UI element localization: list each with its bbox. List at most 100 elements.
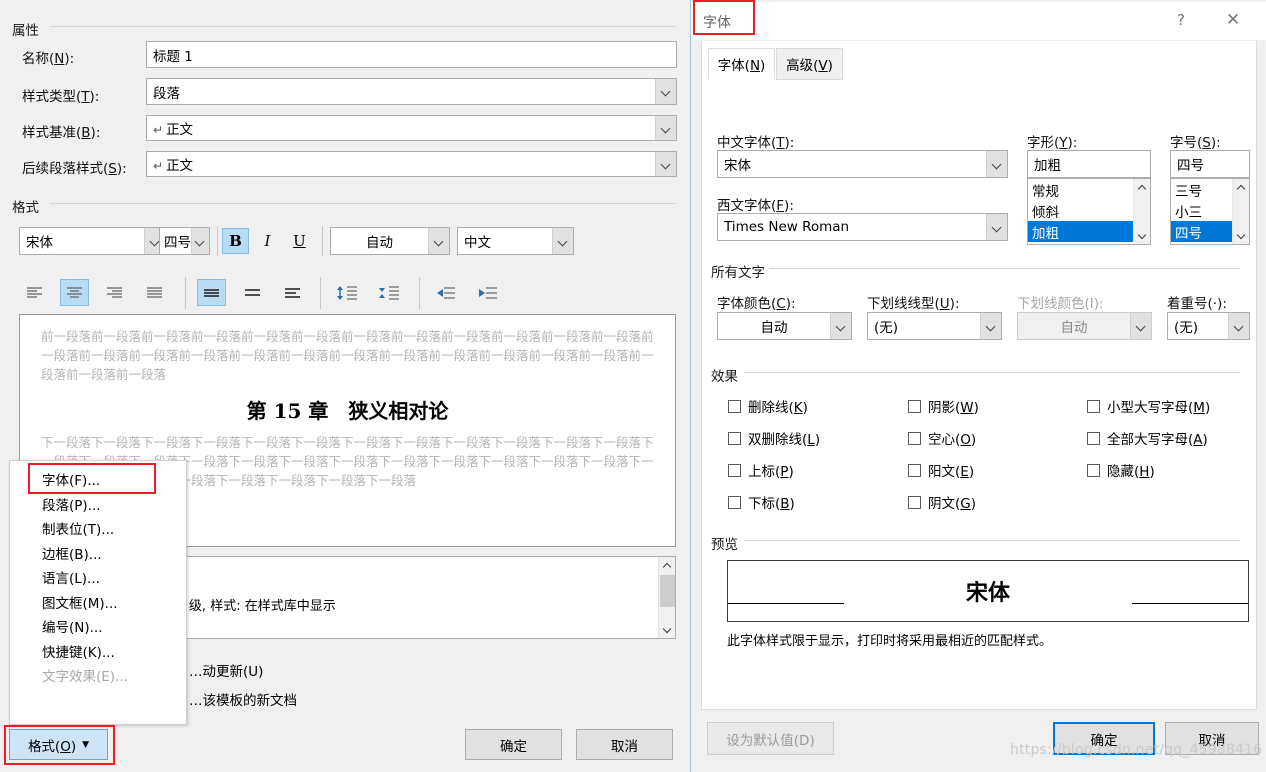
- underline-style-combo[interactable]: (无): [867, 312, 1002, 340]
- line-spacing-double-button[interactable]: [279, 281, 306, 305]
- checkbox-all-caps[interactable]: 全部大写字母(A): [1087, 428, 1208, 448]
- checkbox-hidden[interactable]: 隐藏(H): [1087, 460, 1155, 480]
- checkbox-shadow[interactable]: 阴影(W): [908, 396, 979, 416]
- decrease-indent-button[interactable]: [431, 281, 460, 305]
- chevron-down-icon[interactable]: [986, 214, 1007, 240]
- space-before-button[interactable]: [332, 279, 361, 306]
- increase-indent-button[interactable]: [473, 281, 502, 305]
- scroll-down-icon[interactable]: [659, 621, 676, 638]
- chevron-down-icon[interactable]: [552, 228, 573, 254]
- menu-item-shortcut-key[interactable]: 快捷键(K)...: [10, 639, 186, 664]
- list-item[interactable]: 加粗: [1028, 221, 1134, 242]
- space-after-button[interactable]: [374, 279, 403, 306]
- font-family-combo[interactable]: 宋体: [19, 227, 166, 255]
- format-context-menu[interactable]: 字体(F)... 段落(P)... 制表位(T)... 边框(B)... 语言(…: [9, 460, 187, 725]
- emphasis-mark-combo[interactable]: (无): [1167, 312, 1250, 340]
- line-spacing-single-button[interactable]: [197, 279, 226, 306]
- checkbox-icon[interactable]: [728, 495, 741, 509]
- checkbox-icon[interactable]: [728, 463, 741, 477]
- menu-item-language[interactable]: 语言(L)...: [10, 565, 186, 590]
- font-style-scrollbar[interactable]: [1133, 179, 1150, 244]
- checkbox-icon[interactable]: [1087, 399, 1100, 413]
- checkbox-icon[interactable]: [1087, 431, 1100, 445]
- cn-font-combo[interactable]: 宋体: [717, 150, 1008, 178]
- list-item[interactable]: 四号: [1171, 221, 1233, 242]
- checkbox-engrave[interactable]: 阴文(G): [908, 492, 976, 512]
- font-color-combo[interactable]: 自动: [330, 227, 450, 255]
- style-basedon-combo[interactable]: ↵ 正文: [146, 115, 677, 141]
- italic-button[interactable]: I: [254, 228, 281, 254]
- checkbox-icon[interactable]: [908, 495, 921, 509]
- scroll-down-icon[interactable]: [1134, 227, 1150, 244]
- scroll-thumb[interactable]: [660, 575, 675, 607]
- underline-button[interactable]: U: [286, 228, 313, 254]
- cancel-button[interactable]: 取消: [576, 729, 673, 760]
- help-icon[interactable]: ?: [1166, 8, 1196, 32]
- style-type-combo[interactable]: 段落: [146, 78, 677, 105]
- format-dropdown-button[interactable]: 格式(O) ▼: [9, 729, 108, 760]
- font-size-scrollbar[interactable]: [1232, 179, 1249, 244]
- checkbox-icon[interactable]: [908, 463, 921, 477]
- font-style-input[interactable]: 加粗: [1027, 150, 1151, 178]
- chevron-down-icon[interactable]: [655, 152, 676, 176]
- menu-item-border[interactable]: 边框(B)...: [10, 541, 186, 566]
- font-size-combo[interactable]: 四号: [159, 227, 210, 255]
- menu-item-font[interactable]: 字体(F)...: [10, 467, 186, 492]
- checkbox-icon[interactable]: [1087, 463, 1100, 477]
- line-spacing-1-5-button[interactable]: [239, 281, 266, 305]
- chevron-down-icon[interactable]: [986, 151, 1007, 177]
- menu-item-paragraph[interactable]: 段落(P)...: [10, 492, 186, 517]
- option-new-documents[interactable]: …该模板的新文档: [189, 689, 297, 709]
- align-justify-button[interactable]: [141, 281, 168, 305]
- align-right-button[interactable]: [101, 281, 128, 305]
- chevron-down-icon[interactable]: [191, 228, 209, 254]
- chevron-down-icon[interactable]: [830, 313, 851, 339]
- chevron-down-icon[interactable]: [655, 116, 676, 140]
- tab-font[interactable]: 字体(N): [708, 48, 775, 80]
- next-style-combo[interactable]: ↵ 正文: [146, 151, 677, 177]
- checkbox-icon[interactable]: [728, 431, 741, 445]
- close-icon[interactable]: ✕: [1216, 8, 1250, 32]
- menu-item-frame[interactable]: 图文框(M)...: [10, 590, 186, 615]
- checkbox-icon[interactable]: [908, 399, 921, 413]
- font-style-listbox[interactable]: 常规 倾斜 加粗: [1027, 178, 1151, 245]
- font-color-combo[interactable]: 自动: [717, 312, 852, 340]
- chevron-down-icon[interactable]: [980, 313, 1001, 339]
- scroll-up-icon[interactable]: [659, 557, 676, 574]
- list-item[interactable]: 常规: [1028, 179, 1150, 200]
- font-size-input[interactable]: 四号: [1170, 150, 1250, 178]
- chevron-down-icon[interactable]: [428, 228, 449, 254]
- checkbox-double-strikethrough[interactable]: 双删除线(L): [728, 428, 820, 448]
- chevron-down-icon[interactable]: [1228, 313, 1249, 339]
- checkbox-label: 双删除线(L): [748, 432, 821, 448]
- align-left-button[interactable]: [21, 281, 48, 305]
- checkbox-outline[interactable]: 空心(O): [908, 428, 976, 448]
- description-scrollbar[interactable]: [658, 557, 675, 638]
- scroll-up-icon[interactable]: [1233, 179, 1249, 196]
- scroll-down-icon[interactable]: [1233, 227, 1249, 244]
- align-center-button[interactable]: [60, 279, 89, 306]
- scroll-up-icon[interactable]: [1134, 179, 1150, 196]
- language-combo[interactable]: 中文: [457, 227, 574, 255]
- checkbox-subscript[interactable]: 下标(B): [728, 492, 795, 512]
- checkbox-emboss[interactable]: 阳文(E): [908, 460, 974, 480]
- checkbox-icon[interactable]: [728, 399, 741, 413]
- list-item[interactable]: 倾斜: [1028, 200, 1150, 221]
- menu-item-tabs[interactable]: 制表位(T)...: [10, 516, 186, 541]
- name-input[interactable]: 标题 1: [146, 41, 677, 68]
- menu-item-numbering[interactable]: 编号(N)...: [10, 614, 186, 639]
- checkbox-superscript[interactable]: 上标(P): [728, 460, 794, 480]
- option-auto-update[interactable]: …动更新(U): [189, 660, 263, 680]
- set-default-button[interactable]: 设为默认值(D): [707, 722, 834, 755]
- font-style-label: 字形(Y):: [1027, 135, 1078, 151]
- latin-font-combo[interactable]: Times New Roman: [717, 213, 1008, 241]
- tab-advanced[interactable]: 高级(V): [776, 48, 843, 80]
- checkbox-strikethrough[interactable]: 删除线(K): [728, 396, 808, 416]
- checkbox-icon[interactable]: [908, 431, 921, 445]
- ok-button[interactable]: 确定: [465, 729, 562, 760]
- bold-button[interactable]: B: [222, 228, 249, 254]
- font-size-listbox[interactable]: 三号 小三 四号: [1170, 178, 1250, 245]
- properties-group-label: 属性: [12, 23, 39, 39]
- chevron-down-icon[interactable]: [655, 79, 676, 104]
- checkbox-small-caps[interactable]: 小型大写字母(M): [1087, 396, 1210, 416]
